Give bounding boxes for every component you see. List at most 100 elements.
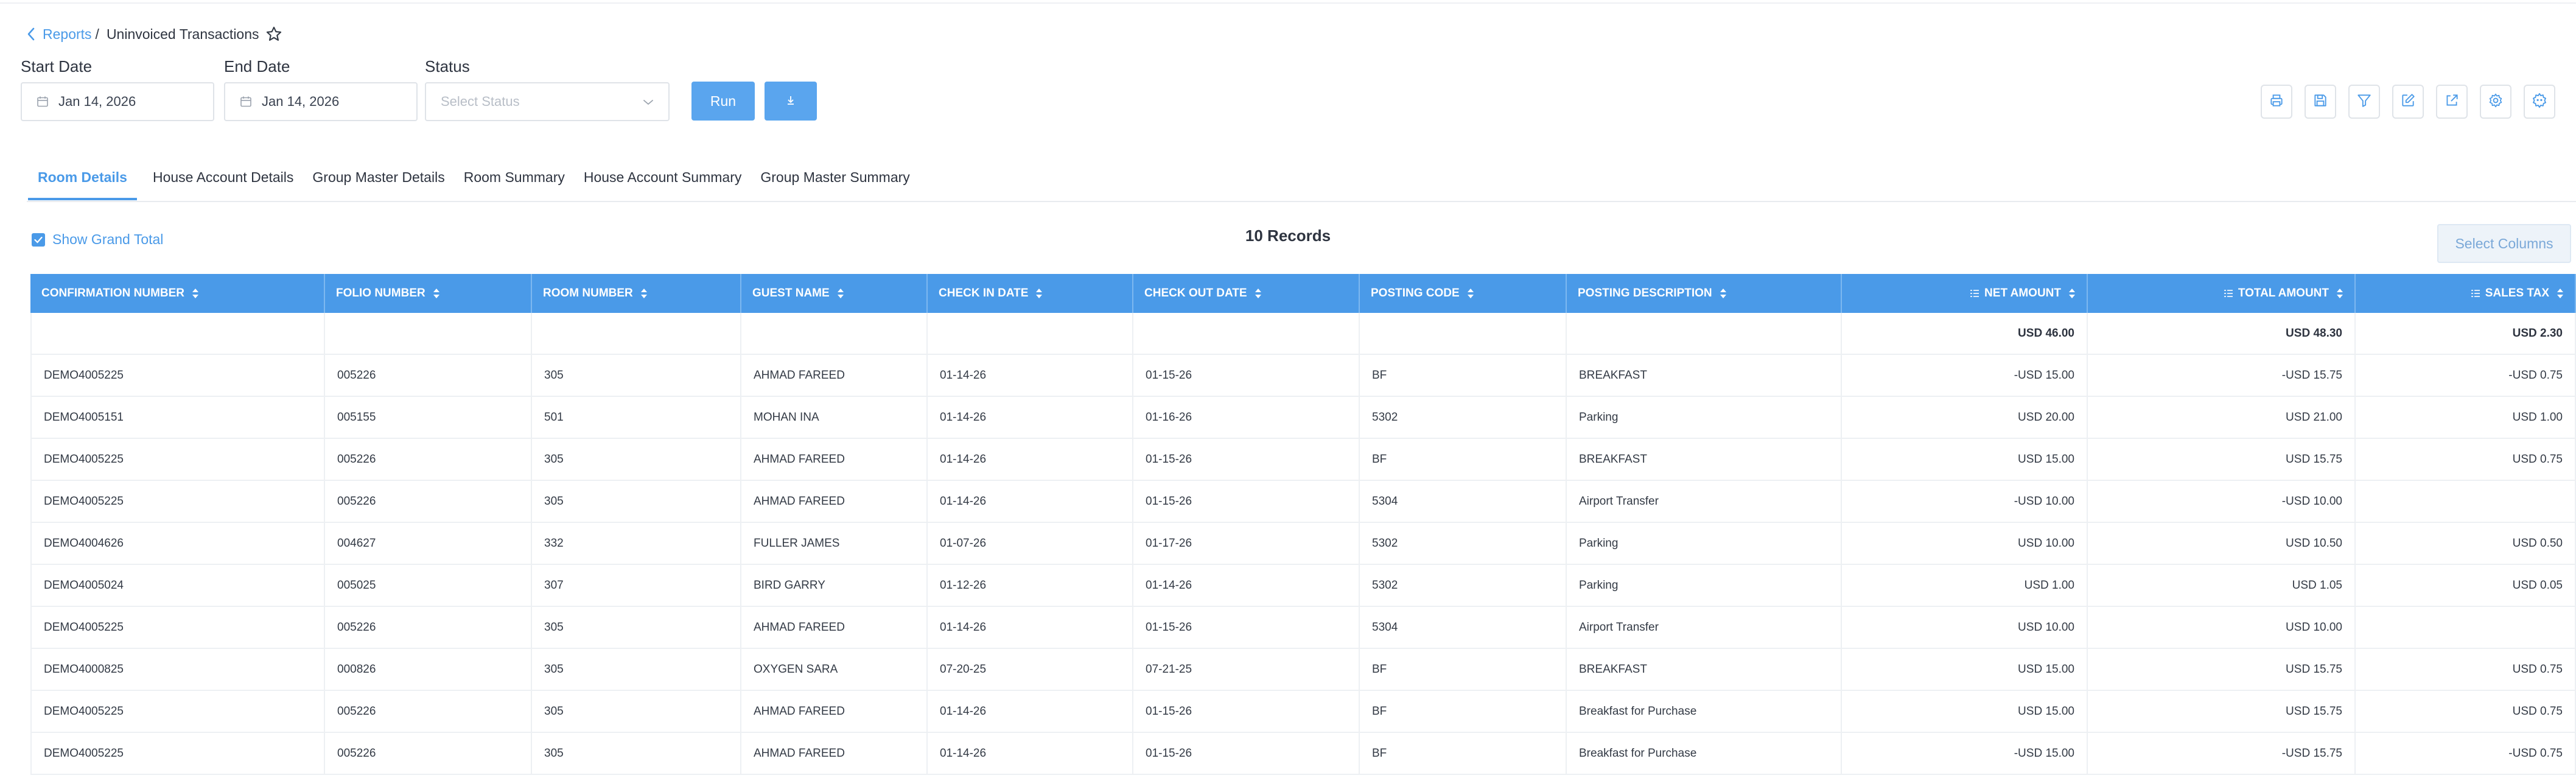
download-icon (785, 93, 796, 110)
calendar-icon (240, 96, 252, 108)
column-header-confirmation-number[interactable]: CONFIRMATION NUMBER (30, 274, 325, 313)
print-button[interactable] (2261, 85, 2292, 119)
sort-icon[interactable] (2336, 287, 2343, 300)
column-header-net-amount[interactable]: NET AMOUNT (1842, 274, 2088, 313)
column-menu-icon[interactable] (2471, 289, 2480, 298)
column-header-guest-name[interactable]: GUEST NAME (741, 274, 928, 313)
column-menu-icon[interactable] (1970, 289, 1979, 298)
table-cell: 07-20-25 (928, 649, 1133, 690)
table-cell: 01-12-26 (928, 565, 1133, 606)
table-cell: 01-14-26 (928, 691, 1133, 732)
table-cell: 305 (532, 355, 741, 396)
end-date-field[interactable]: Jan 14, 2026 (224, 82, 418, 121)
table-row[interactable]: DEMO4005225 005226 305 AHMAD FAREED 01-14-26… (30, 439, 2576, 481)
save-button[interactable] (2305, 85, 2336, 119)
table-cell: 005226 (325, 691, 532, 732)
column-header-posting-description[interactable]: POSTING DESCRIPTION (1567, 274, 1842, 313)
total-cell: USD 46.00 (1842, 313, 2088, 354)
filter-button[interactable] (2348, 85, 2380, 119)
tab-group-master-details[interactable]: Group Master Details (312, 164, 444, 200)
calendar-icon (37, 96, 49, 108)
end-date-value: Jan 14, 2026 (262, 94, 340, 109)
table-row[interactable]: DEMO4005225 005226 305 AHMAD FAREED 01-14-26… (30, 355, 2576, 397)
sort-icon[interactable] (1467, 287, 1474, 300)
sort-icon[interactable] (2557, 287, 2564, 300)
table-row[interactable]: DEMO4004626 004627 332 FULLER JAMES 01-07-26… (30, 523, 2576, 565)
grand-total-row[interactable]: USD 46.00 USD 48.30 USD 2.30 (30, 313, 2576, 355)
table-cell: 01-14-26 (928, 481, 1133, 522)
table-row[interactable]: DEMO4005024 005025 307 BIRD GARRY 01-12-26 01… (30, 565, 2576, 607)
table-cell: DEMO4005151 (30, 397, 325, 438)
star-favorite-icon[interactable] (265, 26, 282, 43)
table-cell: 01-15-26 (1133, 481, 1360, 522)
table-row[interactable]: DEMO4005225 005226 305 AHMAD FAREED 01-14-26… (30, 691, 2576, 733)
table-cell: DEMO4005225 (30, 733, 325, 774)
sort-icon[interactable] (640, 287, 648, 300)
column-header-label: SALES TAX (2485, 287, 2549, 300)
table-cell: 5304 (1360, 481, 1567, 522)
table-cell: 005155 (325, 397, 532, 438)
column-header-check-out-date[interactable]: CHECK OUT DATE (1133, 274, 1360, 313)
edit-button[interactable] (2392, 85, 2424, 119)
table-cell: USD 0.75 (2356, 649, 2576, 690)
column-header-sales-tax[interactable]: SALES TAX (2356, 274, 2576, 313)
table-cell: BF (1360, 649, 1567, 690)
table-cell: -USD 0.75 (2356, 355, 2576, 396)
gear-icon (2488, 93, 2504, 111)
sort-icon[interactable] (837, 287, 844, 300)
top-divider (0, 0, 2576, 4)
sort-icon[interactable] (1720, 287, 1727, 300)
table-cell: 01-15-26 (1133, 607, 1360, 648)
chevron-left-icon[interactable] (27, 27, 35, 41)
advanced-settings-button[interactable] (2524, 85, 2555, 119)
column-header-check-in-date[interactable]: CHECK IN DATE (928, 274, 1133, 313)
tab-room-details[interactable]: Room Details (28, 164, 137, 200)
table-cell: 01-15-26 (1133, 439, 1360, 480)
tab-group-master-summary[interactable]: Group Master Summary (760, 164, 909, 200)
sort-icon[interactable] (433, 287, 440, 300)
table-cell: Parking (1567, 397, 1842, 438)
table-row[interactable]: DEMO4000825 000826 305 OXYGEN SARA 07-20-25 0… (30, 649, 2576, 691)
select-columns-button[interactable]: Select Columns (2437, 224, 2571, 263)
external-link-icon (2444, 93, 2460, 111)
column-menu-icon[interactable] (2224, 289, 2233, 298)
table-cell: 5304 (1360, 607, 1567, 648)
sort-icon[interactable] (2068, 287, 2076, 300)
table-cell: 5302 (1360, 397, 1567, 438)
column-header-label: CHECK IN DATE (939, 287, 1029, 300)
settings-button[interactable] (2480, 85, 2511, 119)
table-cell: 307 (532, 565, 741, 606)
column-header-posting-code[interactable]: POSTING CODE (1360, 274, 1567, 313)
table-row[interactable]: DEMO4005225 005226 305 AHMAD FAREED 01-14-26… (30, 607, 2576, 649)
table-cell: MOHAN INA (741, 397, 928, 438)
start-date-field[interactable]: Jan 14, 2026 (21, 82, 214, 121)
column-header-folio-number[interactable]: FOLIO NUMBER (325, 274, 532, 313)
tab-house-account-details[interactable]: House Account Details (153, 164, 293, 200)
run-button[interactable]: Run (691, 82, 755, 121)
table-row[interactable]: DEMO4005225 005226 305 AHMAD FAREED 01-14-26… (30, 733, 2576, 775)
total-cell (1133, 313, 1360, 354)
download-button[interactable] (765, 82, 817, 121)
chevron-down-icon (643, 94, 654, 110)
tab-room-summary[interactable]: Room Summary (464, 164, 565, 200)
table-cell: Airport Transfer (1567, 481, 1842, 522)
sort-icon[interactable] (1255, 287, 1262, 300)
end-date-label: End Date (224, 57, 290, 75)
total-cell (1360, 313, 1567, 354)
breadcrumb-reports-link[interactable]: Reports (43, 26, 92, 43)
table-cell: DEMO4005225 (30, 355, 325, 396)
table-row[interactable]: DEMO4005151 005155 501 MOHAN INA 01-14-26 01-… (30, 397, 2576, 439)
sort-icon[interactable] (192, 287, 199, 300)
page-title: Uninvoiced Transactions (106, 26, 259, 42)
status-select[interactable]: Select Status (425, 82, 670, 121)
tab-house-account-summary[interactable]: House Account Summary (584, 164, 742, 200)
total-cell (1567, 313, 1842, 354)
table-cell: 305 (532, 649, 741, 690)
column-header-room-number[interactable]: ROOM NUMBER (532, 274, 741, 313)
sort-icon[interactable] (1035, 287, 1043, 300)
total-cell (928, 313, 1133, 354)
table-cell: 01-14-26 (928, 733, 1133, 774)
export-button[interactable] (2436, 85, 2468, 119)
column-header-total-amount[interactable]: TOTAL AMOUNT (2088, 274, 2356, 313)
table-row[interactable]: DEMO4005225 005226 305 AHMAD FAREED 01-14-26… (30, 481, 2576, 523)
